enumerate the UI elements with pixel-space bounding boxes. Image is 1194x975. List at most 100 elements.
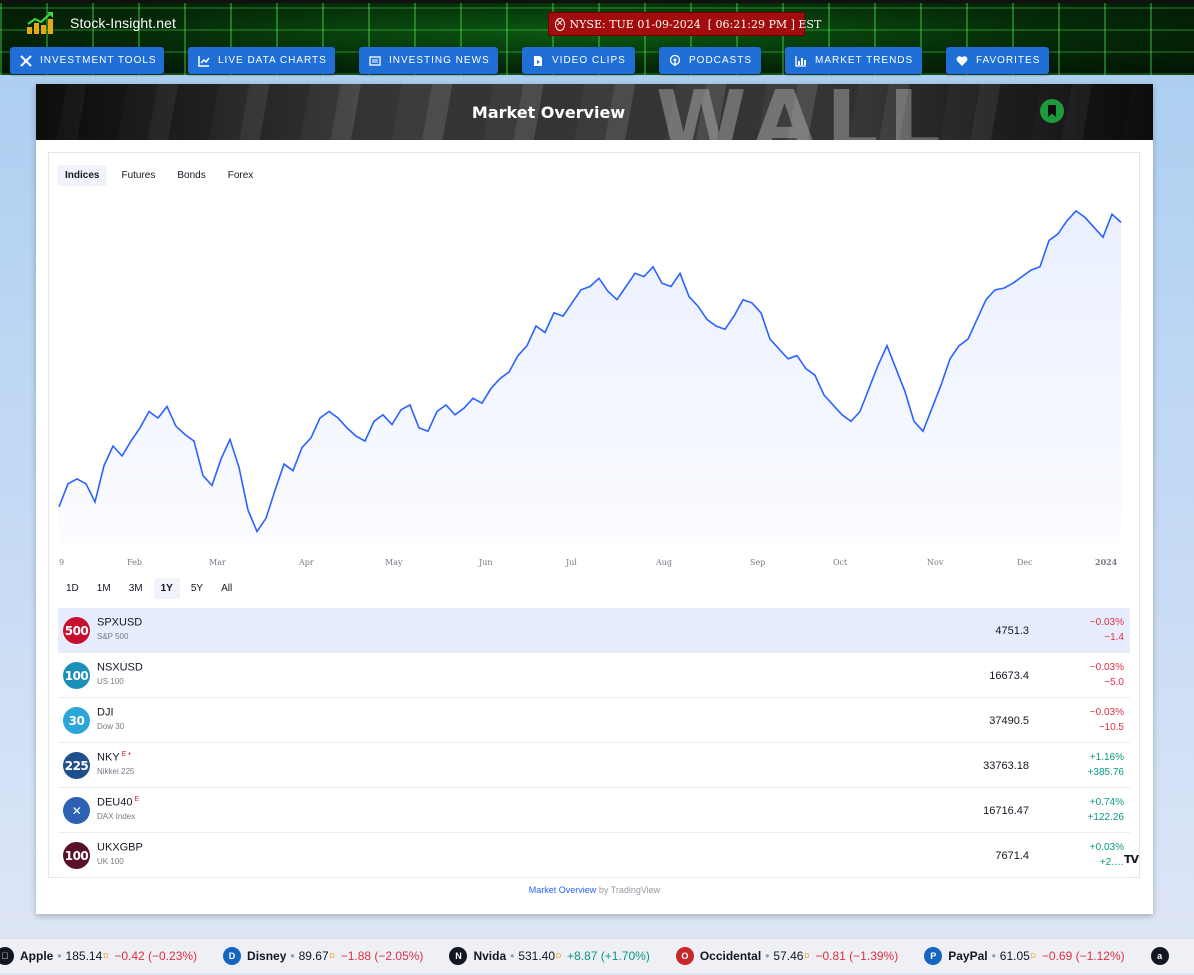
index-row[interactable]: 30 DJI Dow 30 37490.5 −0.03% −10.5 xyxy=(58,698,1130,743)
line-chart-icon xyxy=(198,55,210,67)
heart-icon xyxy=(956,55,968,66)
index-symbol: NSXUSD xyxy=(97,661,143,674)
ticker-item[interactable]: N Nvida • 531.40 D +8.87 (+1.70%) xyxy=(449,947,650,965)
ticker-change: −1.88 (−2.05%) xyxy=(340,949,424,963)
attribution-text: by TradingView xyxy=(596,885,661,895)
index-row[interactable]: 500 SPXUSD S&P 500 4751.3 −0.03% −1.4 xyxy=(58,608,1130,653)
x-tick-label: 2024 xyxy=(1095,557,1118,567)
index-row[interactable]: 100 NSXUSD US 100 16673.4 −0.03% −5.0 xyxy=(58,653,1130,698)
ticker-change: −0.42 (−0.23%) xyxy=(114,949,198,963)
index-change-percent: −0.03% xyxy=(1089,617,1124,628)
index-price: 33763.18 xyxy=(983,760,1029,772)
ticker-name: Disney xyxy=(247,949,287,963)
range-5y[interactable]: 5Y xyxy=(184,578,210,599)
ticker-change: −0.81 (−1.39%) xyxy=(815,949,899,963)
index-change-value: −5.0 xyxy=(1104,677,1124,688)
ticker-item[interactable]: a xyxy=(1150,947,1175,965)
range-selector: 1D 1M 3M 1Y 5Y All xyxy=(59,578,239,599)
index-row[interactable]: 100 UKXGBP UK 100 7671.4 +0.03% +2.… xyxy=(58,833,1130,878)
index-area-chart[interactable]: 9 Feb Mar Apr May Jun Jul Aug Sep Oct Nov Dec 2024 xyxy=(57,193,1123,573)
company-logo-icon: O xyxy=(675,947,694,965)
index-change-percent: +0.03% xyxy=(1089,842,1124,853)
ticker-price: 61.05 xyxy=(999,949,1030,963)
logo-icon[interactable] xyxy=(26,11,54,35)
ticker-item[interactable]: P PayPal • 61.05 D −0.69 (−1.12%) xyxy=(924,947,1125,965)
index-description: US 100 xyxy=(97,677,124,686)
video-file-icon xyxy=(534,55,542,66)
range-1d[interactable]: 1D xyxy=(59,578,86,599)
site-name[interactable]: Stock-Insight.net xyxy=(70,15,176,31)
tab-forex[interactable]: Forex xyxy=(220,165,262,186)
nav-podcasts[interactable]: PODCASTS xyxy=(659,47,761,74)
nav-live-data-charts[interactable]: LIVE DATA CHARTS xyxy=(188,47,335,74)
clock-text: NYSE: TUE 01-09-2024 [ 06:21:29 PM ] EST xyxy=(569,17,822,31)
ticker-item[interactable]: Apple•185.14D−0.42 (−0.23%) xyxy=(0,947,197,965)
ticker-item[interactable]: D Disney • 89.67 D −1.88 (−2.05%) xyxy=(223,947,423,965)
x-tick-label: Apr xyxy=(298,558,314,567)
company-logo-icon:  xyxy=(0,947,14,965)
ticker-flag: D xyxy=(556,952,562,960)
index-price: 7671.4 xyxy=(995,850,1029,862)
x-tick-label: Sep xyxy=(750,558,765,567)
podcast-icon xyxy=(669,54,681,66)
index-row[interactable]: 225 NKY E • Nikkei 225 33763.18 +1.16% +385.76 xyxy=(58,743,1130,788)
nav-investing-news[interactable]: INVESTING NEWS xyxy=(359,47,498,74)
nav-market-trends[interactable]: MARKET TRENDS xyxy=(785,47,922,74)
ticker-name: PayPal xyxy=(948,949,988,963)
range-3m[interactable]: 3M xyxy=(122,578,150,599)
nav-favorites[interactable]: FAVORITES xyxy=(946,47,1049,74)
range-1m[interactable]: 1M xyxy=(90,578,118,599)
company-logo-icon: N xyxy=(449,947,468,965)
widget-attribution: Market Overview by TradingView xyxy=(36,885,1153,895)
index-change-value: −10.5 xyxy=(1098,722,1124,733)
attribution-link[interactable]: Market Overview xyxy=(529,885,597,895)
bookmark-icon xyxy=(1048,105,1056,117)
index-description: DAX Index xyxy=(97,812,136,821)
nav-video-clips[interactable]: VIDEO CLIPS xyxy=(522,47,635,74)
x-tick-label: Nov xyxy=(927,558,944,567)
index-change-percent: −0.03% xyxy=(1089,662,1124,673)
index-description: Nikkei 225 xyxy=(97,767,135,776)
index-price: 16716.47 xyxy=(983,805,1029,817)
index-badge: 100 xyxy=(63,842,90,869)
bookmark-button[interactable] xyxy=(1040,99,1064,123)
index-badge: 30 xyxy=(63,707,90,734)
tradingview-widget: Indices Futures Bonds Forex 9 Feb Mar Apr Ma… xyxy=(48,152,1140,878)
index-description: S&P 500 xyxy=(97,632,129,641)
newspaper-icon xyxy=(369,55,381,66)
index-change-value: −1.4 xyxy=(1104,632,1124,643)
index-change-percent: +0.74% xyxy=(1089,797,1124,808)
index-badge: 100 xyxy=(63,662,90,689)
ticker-flag: D xyxy=(804,952,810,960)
range-1y[interactable]: 1Y xyxy=(153,578,180,599)
card-banner: WALL Market Overview xyxy=(36,84,1153,140)
index-description: Dow 30 xyxy=(97,722,125,731)
index-price: 16673.4 xyxy=(989,670,1029,682)
index-price: 37490.5 xyxy=(989,715,1029,727)
tab-bonds[interactable]: Bonds xyxy=(169,165,213,186)
bar-chart-icon xyxy=(795,55,806,67)
tools-icon xyxy=(20,54,32,67)
x-tick-label: May xyxy=(385,558,403,567)
market-clock: ✕ NYSE: TUE 01-09-2024 [ 06:21:29 PM ] E… xyxy=(548,12,821,36)
ticker-name: Apple xyxy=(20,949,54,963)
index-description: UK 100 xyxy=(97,857,124,866)
x-tick-label: Feb xyxy=(127,558,142,567)
ticker-item[interactable]: O Occidental • 57.46 D −0.81 (−1.39%) xyxy=(675,947,899,965)
card-title: Market Overview xyxy=(471,103,626,122)
tradingview-logo-icon[interactable]: TV xyxy=(1124,853,1139,866)
x-tick-label: Oct xyxy=(833,558,848,567)
ticker-flag: D xyxy=(329,952,335,960)
market-tabs: Indices Futures Bonds Forex xyxy=(57,165,261,186)
index-change-percent: −0.03% xyxy=(1089,707,1124,718)
nav-investment-tools[interactable]: INVESTMENT TOOLS xyxy=(10,47,164,74)
ticker-flag: D xyxy=(103,952,109,960)
chart-area-fill xyxy=(59,210,1121,543)
range-all[interactable]: All xyxy=(214,578,239,599)
ticker-price: 89.67 xyxy=(298,949,329,963)
tab-futures[interactable]: Futures xyxy=(113,165,163,186)
index-row[interactable]: ✕ DEU40 E DAX Index 16716.47 +0.74% +122.26 xyxy=(58,788,1130,833)
index-symbol: DEU40 E xyxy=(97,796,140,809)
tab-indices[interactable]: Indices xyxy=(57,165,108,186)
stock-ticker-tape[interactable]: Apple•185.14D−0.42 (−0.23%)DDisney•89.6… xyxy=(0,938,1194,973)
